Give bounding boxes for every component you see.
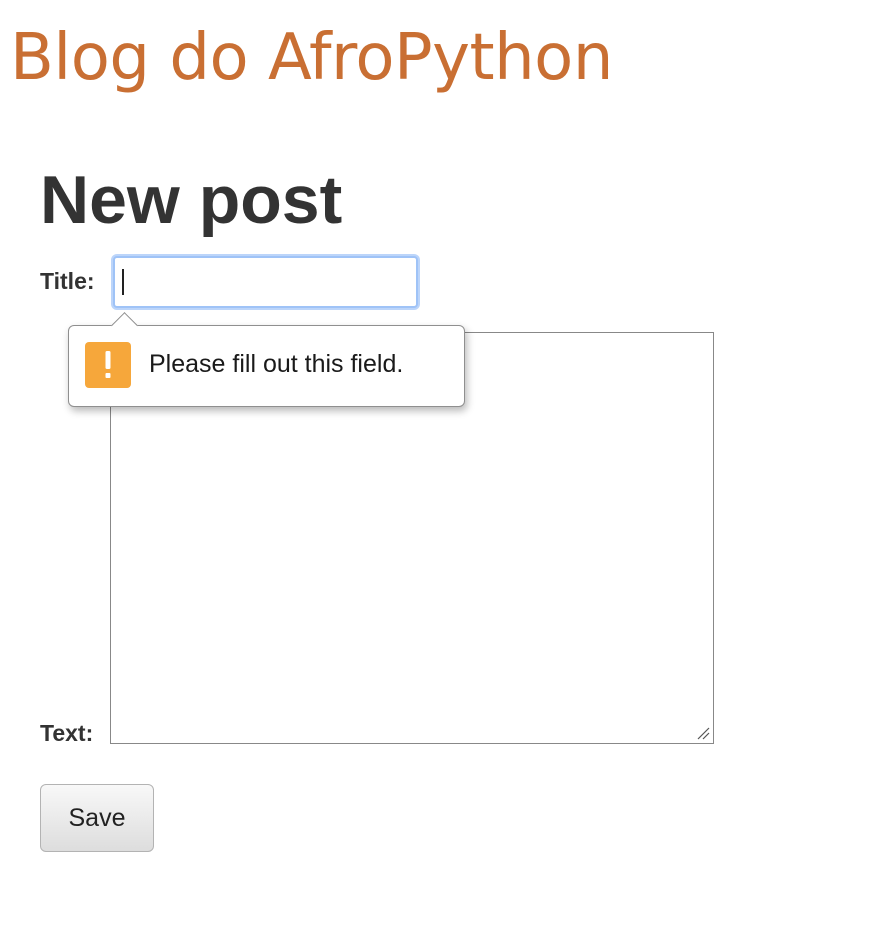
save-button[interactable]: Save xyxy=(40,784,154,852)
resize-grip-icon[interactable] xyxy=(696,726,710,740)
blog-title[interactable]: Blog do AfroPython xyxy=(10,14,613,102)
validation-tooltip: Please fill out this field. xyxy=(68,312,465,407)
text-label: Text: xyxy=(40,720,94,746)
text-caret xyxy=(122,269,124,295)
page-title: New post xyxy=(40,162,343,238)
title-label: Title: xyxy=(40,268,95,294)
validation-message: Please fill out this field. xyxy=(149,350,404,378)
tooltip-arrow xyxy=(111,312,138,339)
title-input[interactable] xyxy=(113,256,418,308)
exclamation-warning-icon xyxy=(85,342,131,388)
